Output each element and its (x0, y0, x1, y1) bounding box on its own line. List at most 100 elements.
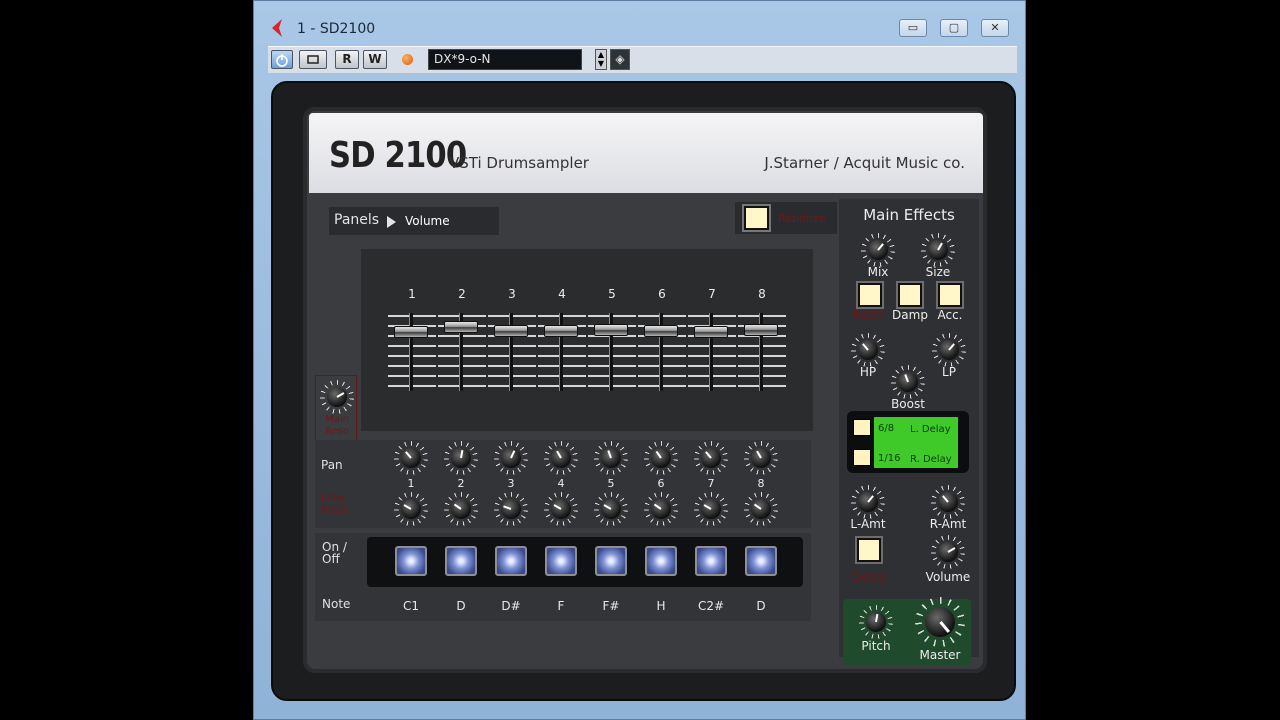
r-delay-button[interactable] (853, 449, 871, 466)
channel-number-8: 8 (757, 477, 765, 490)
note-value-4[interactable]: F (546, 599, 576, 613)
volume-fader-5[interactable] (588, 313, 636, 391)
mix-knob[interactable] (861, 233, 895, 267)
acc-button[interactable] (938, 283, 962, 307)
on-off-pad-6[interactable] (645, 546, 677, 576)
main-effects-column: Main Effects Mix Size Room Damp Acc. HP … (839, 199, 979, 665)
filter-pitch-knob-2[interactable] (444, 492, 478, 526)
hp-knob[interactable] (851, 333, 885, 367)
l-delay-button[interactable] (853, 419, 871, 436)
size-knob[interactable] (921, 233, 955, 267)
volume-fader-6[interactable] (638, 313, 686, 391)
pan-knob-6[interactable] (644, 441, 678, 475)
robotize-button[interactable] (744, 206, 769, 230)
room-button[interactable] (858, 283, 882, 307)
fader-number-7: 7 (708, 287, 716, 301)
fader-cap[interactable] (494, 325, 528, 337)
filter-pitch-knob-3[interactable] (494, 492, 528, 526)
title-bar[interactable]: 1 - SD2100 ▭ ▢ ✕ (254, 1, 1025, 43)
fader-cap[interactable] (444, 321, 478, 333)
on-off-pad-1[interactable] (395, 546, 427, 576)
filter-pitch-knob-8[interactable] (744, 492, 778, 526)
write-automation-button[interactable]: W (363, 50, 387, 69)
pan-knob-3[interactable] (494, 441, 528, 475)
pan-knob-5[interactable] (594, 441, 628, 475)
fader-cap[interactable] (694, 326, 728, 338)
on-off-pad-3[interactable] (495, 546, 527, 576)
note-value-7[interactable]: C2# (696, 599, 726, 613)
fader-number-5: 5 (608, 287, 616, 301)
on-off-pad-4[interactable] (545, 546, 577, 576)
master-section: Pitch Master (843, 597, 971, 665)
volume-fader-7[interactable] (688, 313, 736, 391)
r-delay-value[interactable]: 1/16 (878, 453, 900, 464)
on-off-pad-8[interactable] (745, 546, 777, 576)
on-off-pad-5[interactable] (595, 546, 627, 576)
fader-cap[interactable] (594, 324, 628, 336)
volume-fader-1[interactable] (388, 313, 436, 391)
plugin-toolbar: R W DX*9-o-N ▲ ▼ ◈ (268, 46, 1017, 73)
volume-fader-4[interactable] (538, 313, 586, 391)
note-value-3[interactable]: D# (496, 599, 526, 613)
delay-label: Delay (851, 570, 887, 584)
fader-slot (709, 313, 713, 391)
boost-knob[interactable] (891, 365, 925, 399)
close-button[interactable]: ✕ (981, 19, 1009, 37)
volume-fader-3[interactable] (488, 313, 536, 391)
l-delay-value[interactable]: 6/8 (878, 423, 894, 434)
damp-button[interactable] (898, 283, 922, 307)
on-off-pad-2[interactable] (445, 546, 477, 576)
channel-number-3: 3 (507, 477, 515, 490)
note-value-8[interactable]: D (746, 599, 776, 613)
pan-knob-2[interactable] (444, 441, 478, 475)
filter-pitch-knob-6[interactable] (644, 492, 678, 526)
fader-cap[interactable] (394, 326, 428, 338)
read-automation-button[interactable]: R (335, 50, 359, 69)
fader-cap[interactable] (544, 325, 578, 337)
note-value-6[interactable]: H (646, 599, 676, 613)
pan-knob-8[interactable] (744, 441, 778, 475)
product-logo: SD 2100 (329, 135, 467, 176)
pad-strip (367, 537, 803, 587)
channel-number-5: 5 (607, 477, 615, 490)
pitch-knob[interactable] (859, 605, 893, 639)
fader-number-1: 1 (408, 287, 416, 301)
note-value-5[interactable]: F# (596, 599, 626, 613)
fader-cap[interactable] (744, 324, 778, 336)
lp-knob[interactable] (932, 333, 966, 367)
preset-field[interactable]: DX*9-o-N (428, 49, 582, 70)
on-off-pad-7[interactable] (695, 546, 727, 576)
delay-button[interactable] (857, 538, 881, 562)
preset-spinner[interactable]: ▲ ▼ (595, 49, 607, 70)
note-value-1[interactable]: C1 (396, 599, 426, 613)
channel-number-1: 1 (407, 477, 415, 490)
bypass-button[interactable] (299, 50, 327, 69)
power-button[interactable] (271, 50, 293, 69)
plugin-frame: SD 2100 VSTi Drumsampler J.Starner / Acq… (271, 81, 1016, 701)
master-knob[interactable] (915, 597, 965, 647)
volume-knob[interactable] (931, 535, 965, 569)
minimize-button[interactable]: ▭ (899, 19, 927, 37)
filter-pitch-label: Filter Pitch (321, 491, 349, 516)
fader-cap[interactable] (644, 325, 678, 337)
pan-label: Pan (321, 458, 343, 472)
maximize-button[interactable]: ▢ (940, 19, 968, 37)
pan-knob-1[interactable] (394, 441, 428, 475)
filter-pitch-knob-5[interactable] (594, 492, 628, 526)
preset-menu-icon[interactable]: ◈ (610, 49, 630, 70)
robotize-label: Robotize (778, 212, 826, 225)
r-amt-knob[interactable] (931, 485, 965, 519)
pan-knob-4[interactable] (544, 441, 578, 475)
volume-fader-8[interactable] (738, 313, 786, 391)
panels-selector[interactable]: Panels Volume (329, 207, 499, 235)
filter-pitch-knob-7[interactable] (694, 492, 728, 526)
note-value-2[interactable]: D (446, 599, 476, 613)
l-amt-knob[interactable] (851, 485, 885, 519)
filter-pitch-knob-4[interactable] (544, 492, 578, 526)
volume-fader-2[interactable] (438, 313, 486, 391)
filter-pitch-knob-1[interactable] (394, 492, 428, 526)
panels-value: Volume (405, 214, 450, 228)
main-reso-knob[interactable] (320, 380, 354, 414)
pan-knob-7[interactable] (694, 441, 728, 475)
fader-slot (409, 313, 413, 391)
